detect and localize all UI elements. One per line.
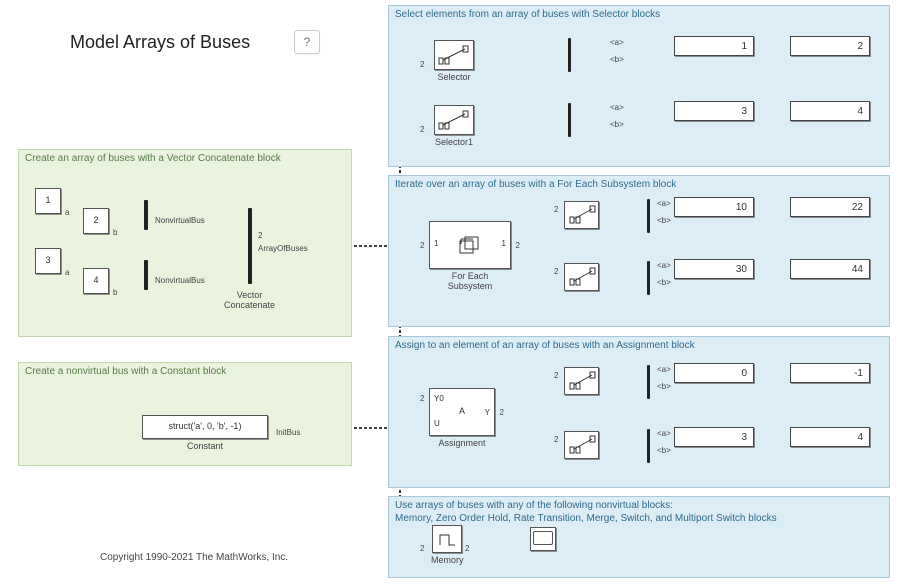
vector-concatenate-block[interactable] [248,208,252,284]
block-label: Selector1 [435,137,473,147]
region-title: Assign to an element of an array of buse… [395,340,883,353]
region-title: Iterate over an array of buses with a Fo… [395,179,883,192]
constant-block-1[interactable]: 1 [35,188,61,214]
selector-icon [568,435,596,455]
display-block[interactable]: 4 [790,101,870,121]
bus-selector-block[interactable] [647,199,650,233]
display-block[interactable]: 1 [674,36,754,56]
display-block[interactable]: -1 [790,363,870,383]
scope-block[interactable] [530,527,556,551]
bus-creator-block[interactable] [144,260,148,290]
region-title: Create a nonvirtual bus with a Constant … [25,366,345,379]
bus-out-b: <b> [610,120,624,129]
selector-icon [437,109,471,131]
iter-selector-block[interactable] [564,263,599,291]
constant-block-2[interactable]: 2 [83,208,109,234]
assignment-block[interactable]: Y0 U A Y 2 2 Assignment [429,388,495,448]
bus-creator-block[interactable] [144,200,148,230]
port-dim-in: 2 [420,125,424,134]
display-block[interactable]: 2 [790,36,870,56]
signal-label: InitBus [276,428,300,437]
bus-selector-block[interactable] [568,38,571,72]
struct-constant-block[interactable]: struct('a', 0, 'b', -1) Constant [142,415,268,451]
memory-block[interactable]: Memory [431,525,464,565]
display-block[interactable]: 3 [674,101,754,121]
selector-icon [568,205,596,225]
block-label: Vector Concatenate [224,290,275,310]
iter-selector-block[interactable] [564,201,599,229]
region-title: Use arrays of buses with any of the foll… [395,500,883,525]
bus-selector-block[interactable] [647,365,650,399]
region-create-array: Create an array of buses with a Vector C… [18,149,352,337]
block-label: Assignment [438,438,485,448]
constant-block-4[interactable]: 4 [83,268,109,294]
assign-selector-block[interactable] [564,431,599,459]
selector-icon [437,44,471,66]
help-icon: ? [304,35,311,49]
region-title: Create an array of buses with a Vector C… [25,153,345,166]
display-block[interactable]: 44 [790,259,870,279]
display-block[interactable]: 10 [674,197,754,217]
display-block[interactable]: 22 [790,197,870,217]
constant-block-3[interactable]: 3 [35,248,61,274]
block-label: Memory [431,555,464,565]
bus-selector-block[interactable] [647,429,650,463]
port-dim-in: 2 [420,60,424,69]
bus-out-b: <b> [610,55,624,64]
region-title: Select elements from an array of buses w… [395,9,883,22]
port-label: a [65,208,69,217]
port-label: b [113,228,117,237]
display-block[interactable]: 4 [790,427,870,447]
signal-label: ArrayOfBuses [258,244,308,253]
display-block[interactable]: 3 [674,427,754,447]
selector-block[interactable]: Selector [434,40,474,82]
bus-out-a: <a> [610,103,624,112]
selector-icon [568,267,596,287]
model-canvas: Model Arrays of Buses ? [0,0,903,585]
bus-out-a: <a> [610,38,624,47]
block-label: Constant [187,441,223,451]
port-label: b [113,288,117,297]
selector1-block[interactable]: Selector1 [434,105,474,147]
selector-icon [568,371,596,391]
page-title: Model Arrays of Buses [70,32,250,53]
bus-selector-block[interactable] [647,261,650,295]
bus-selector-block[interactable] [568,103,571,137]
block-label: Selector [437,72,470,82]
signal-label: NonvirtualBus [155,276,205,285]
for-each-subsystem-block[interactable]: 1 1 2 2 For Each Subsystem [429,221,511,291]
memory-icon [437,530,457,548]
copyright-text: Copyright 1990-2021 The MathWorks, Inc. [100,552,288,563]
help-button[interactable]: ? [294,30,320,54]
foreach-icon [458,235,482,255]
port-dim: 2 [258,231,262,240]
signal-label: NonvirtualBus [155,216,205,225]
port-label: a [65,268,69,277]
assign-selector-block[interactable] [564,367,599,395]
display-block[interactable]: 0 [674,363,754,383]
block-label: For Each Subsystem [448,271,493,291]
scope-icon [533,531,553,545]
display-block[interactable]: 30 [674,259,754,279]
